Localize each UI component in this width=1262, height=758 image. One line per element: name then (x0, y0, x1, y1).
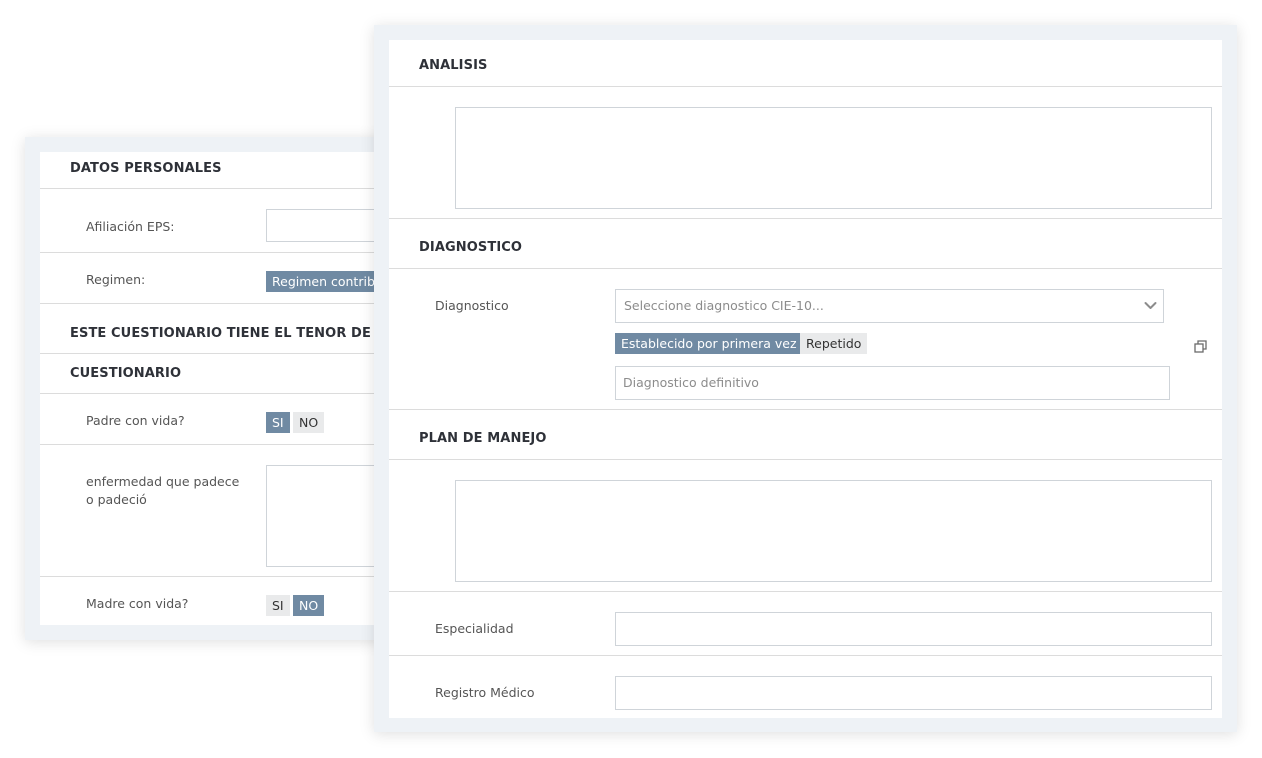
divider (40, 444, 405, 445)
regimen-option-selected[interactable]: Regimen contrib (266, 271, 381, 292)
personal-data-panel: DATOS PERSONALES Afiliación EPS: Regimen… (40, 152, 405, 625)
diagnosis-type-first-time-option[interactable]: Establecido por primera vez (615, 333, 803, 354)
father-alive-label: Padre con vida? (86, 413, 185, 428)
divider (389, 409, 1222, 410)
analysis-textarea[interactable] (455, 107, 1212, 209)
medical-record-label: Registro Médico (435, 685, 535, 700)
regimen-label: Regimen: (86, 272, 146, 287)
divider (40, 353, 405, 354)
specialty-label: Especialidad (435, 621, 514, 636)
external-window-icon[interactable] (1194, 340, 1207, 353)
section-title-analysis: ANALISIS (419, 58, 488, 73)
diagnosis-select-placeholder: Seleccione diagnostico CIE-10... (624, 298, 824, 313)
diagnosis-type-repeated-option[interactable]: Repetido (800, 333, 868, 354)
management-plan-textarea[interactable] (455, 480, 1212, 582)
mother-alive-yes-option[interactable]: SI (266, 595, 290, 616)
clinical-form-card: ANALISIS DIAGNOSTICO Diagnostico Selecci… (374, 25, 1237, 732)
father-alive-no-option[interactable]: NO (293, 412, 325, 433)
divider (389, 218, 1222, 219)
divider (40, 303, 405, 304)
definitive-diagnosis-placeholder: Diagnostico definitivo (623, 375, 759, 390)
clinical-form-panel: ANALISIS DIAGNOSTICO Diagnostico Selecci… (389, 40, 1222, 718)
section-title-personal-data: DATOS PERSONALES (70, 161, 222, 176)
divider (389, 268, 1222, 269)
definitive-diagnosis-input[interactable]: Diagnostico definitivo (615, 366, 1170, 400)
divider (40, 252, 405, 253)
personal-data-card: DATOS PERSONALES Afiliación EPS: Regimen… (25, 137, 405, 640)
chevron-down-icon (1144, 302, 1157, 309)
diagnosis-label: Diagnostico (435, 298, 509, 313)
questionnaire-notice: ESTE CUESTIONARIO TIENE EL TENOR DE UN (70, 326, 398, 341)
disease-label: enfermedad que padece o padeció (86, 474, 240, 507)
divider (40, 576, 405, 577)
eps-label: Afiliación EPS: (86, 219, 175, 234)
mother-alive-no-option[interactable]: NO (293, 595, 325, 616)
section-title-diagnosis: DIAGNOSTICO (419, 240, 523, 255)
divider (40, 393, 405, 394)
divider (389, 459, 1222, 460)
section-title-questionnaire: CUESTIONARIO (70, 366, 182, 381)
divider (389, 655, 1222, 656)
divider (389, 86, 1222, 87)
medical-record-input[interactable] (615, 676, 1212, 710)
diagnosis-select[interactable]: Seleccione diagnostico CIE-10... (615, 289, 1164, 323)
divider (40, 188, 405, 189)
divider (389, 591, 1222, 592)
father-alive-yes-option[interactable]: SI (266, 412, 290, 433)
mother-alive-label: Madre con vida? (86, 596, 189, 611)
specialty-input[interactable] (615, 612, 1212, 646)
section-title-management-plan: PLAN DE MANEJO (419, 431, 547, 446)
